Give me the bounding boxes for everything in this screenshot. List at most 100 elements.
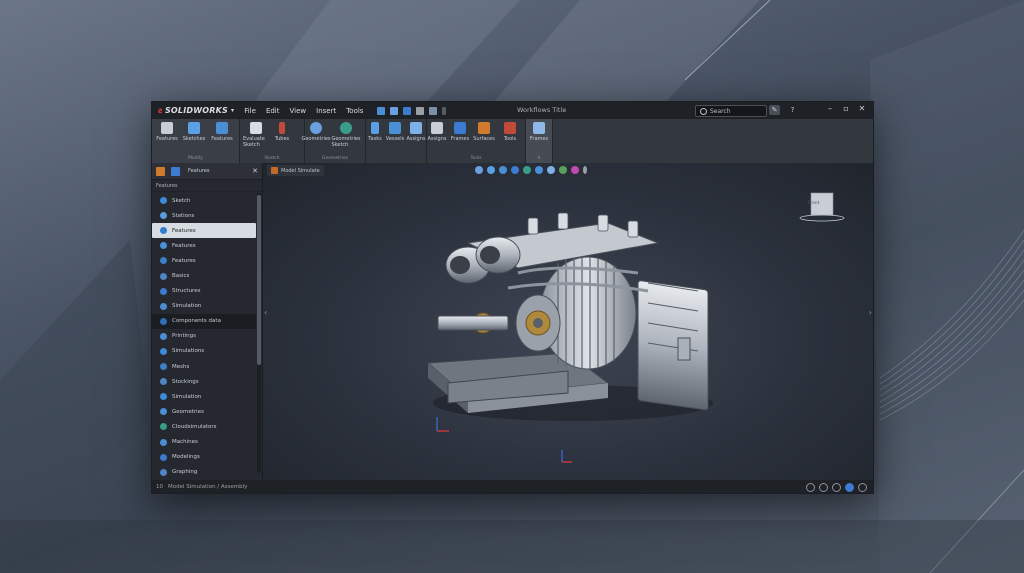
menu-insert[interactable]: Insert (316, 107, 336, 115)
tree-item[interactable]: Stockings (152, 374, 256, 389)
ribbon-button-frames[interactable]: Frames (447, 122, 473, 142)
ribbon-button-geometries[interactable]: Geometries (301, 122, 331, 142)
viewport-tab-label: Model Simulate (281, 167, 320, 174)
tree-item[interactable]: Machines (152, 435, 256, 450)
tree-item[interactable]: Basics (152, 268, 256, 283)
tree-item[interactable]: Features (152, 223, 256, 239)
ribbon-button-label: Vessels (385, 136, 405, 142)
ribbon-group-sketch: Evaluate Sketch Tubes Sketch (240, 119, 305, 163)
engine-assembly-model[interactable] (408, 203, 728, 433)
rebuild-status-icon[interactable] (806, 483, 815, 492)
hide-show-icon[interactable] (547, 166, 555, 174)
tree-item[interactable]: Stations (152, 208, 256, 223)
feature-tree-tab-icon[interactable] (156, 166, 165, 176)
help-button[interactable]: ? (787, 105, 798, 115)
tree-item[interactable]: Cloudsimulators (152, 419, 256, 434)
ribbon-button-evaluate-sketch[interactable]: Evaluate Sketch (243, 122, 269, 148)
scene-icon[interactable] (571, 166, 579, 174)
ribbon-button-surfaces[interactable]: Surfaces (471, 122, 497, 142)
ribbon-button-tools[interactable]: Tools (497, 122, 523, 142)
app-window: ƨ SOLIDWORKS ▾ File Edit View Insert Too… (151, 101, 874, 494)
menu-edit[interactable]: Edit (266, 107, 280, 115)
property-tab-icon[interactable] (171, 166, 180, 176)
undo-icon[interactable] (429, 106, 438, 115)
tree-item[interactable]: Printings (152, 329, 256, 344)
notifications-icon[interactable] (845, 483, 854, 492)
ribbon-group-label: Tools (470, 156, 482, 161)
save-icon[interactable] (403, 106, 412, 115)
tree-item[interactable]: Simulations (152, 344, 256, 359)
ribbon-group-tasks: Tasks Vessels Assigns (366, 119, 427, 163)
ribbon-button-features-2[interactable]: Features (209, 122, 235, 142)
menu-view[interactable]: View (290, 107, 307, 115)
open-icon[interactable] (390, 106, 399, 115)
assign-icon (410, 122, 422, 134)
viewport-tab[interactable]: Model Simulate (267, 165, 324, 176)
menu-tools[interactable]: Tools (346, 107, 363, 115)
tree-item[interactable]: Sketch (152, 193, 256, 208)
document-icon (250, 122, 262, 134)
units-icon[interactable] (819, 483, 828, 492)
tree-item-label: Stations (172, 212, 195, 219)
display-style-icon[interactable] (535, 166, 543, 174)
tree-item[interactable]: Features (152, 238, 256, 253)
settings-status-icon[interactable] (832, 483, 841, 492)
search-icon (700, 107, 707, 115)
ribbon-button-label: Surfaces (473, 136, 495, 142)
edit-appearance-icon[interactable] (559, 166, 567, 174)
tree-item[interactable]: Simulation (152, 299, 256, 314)
maximize-button[interactable]: ▫ (840, 104, 852, 113)
heads-up-view-toolbar (475, 166, 591, 174)
viewport-right-arrow-icon[interactable]: › (869, 308, 872, 317)
panel-close-icon[interactable]: ✕ (252, 167, 258, 175)
tree-item[interactable]: Modelings (152, 450, 256, 465)
print-icon[interactable] (416, 106, 425, 115)
options-icon[interactable] (442, 106, 447, 115)
graphics-viewport[interactable]: Model Simulate Front ‹ › (263, 163, 873, 480)
close-button[interactable]: ✕ (856, 104, 868, 113)
title-bar: ƨ SOLIDWORKS ▾ File Edit View Insert Too… (152, 102, 873, 119)
ribbon-button-sketches[interactable]: Sketches (181, 122, 207, 142)
tree-item-label: Stockings (172, 378, 199, 385)
ribbon-expand-icon[interactable]: ▾ (526, 156, 552, 161)
chevron-down-icon: ▾ (231, 107, 235, 114)
part-icon (271, 167, 278, 174)
menu-file[interactable]: File (244, 107, 256, 115)
minimize-button[interactable]: – (824, 104, 836, 113)
view-orientation-icon[interactable] (523, 166, 531, 174)
tree-item[interactable]: Graphing (152, 465, 256, 480)
scrollbar-thumb[interactable] (257, 195, 261, 365)
tree-item[interactable]: Structures (152, 284, 256, 299)
app-logo[interactable]: ƨ SOLIDWORKS ▾ (158, 106, 234, 115)
tree-item[interactable]: Features (152, 253, 256, 268)
app-name: SOLIDWORKS (164, 106, 228, 115)
tree-item-label: Features (172, 227, 196, 234)
tree-item[interactable]: Simulation (152, 389, 256, 404)
new-icon[interactable] (377, 106, 386, 115)
viewport-left-arrow-icon[interactable]: ‹ (264, 308, 267, 317)
tree-item[interactable]: Geometries (152, 404, 256, 419)
zoom-fit-icon[interactable] (475, 166, 483, 174)
tree-item-label: Cloudsimulators (172, 423, 217, 430)
pin-button[interactable]: ✎ (769, 105, 780, 115)
view-cube[interactable] (798, 188, 858, 238)
help-status-icon[interactable] (858, 483, 867, 492)
view-settings-icon[interactable] (583, 166, 587, 174)
ribbon-button-geometries-sketch[interactable]: Geometries Sketch (331, 122, 361, 148)
feature-icon (160, 227, 167, 235)
section-view-icon[interactable] (511, 166, 519, 174)
previous-view-icon[interactable] (499, 166, 507, 174)
search-input[interactable]: Search (695, 105, 767, 117)
zoom-area-icon[interactable] (487, 166, 495, 174)
surface-icon (478, 122, 490, 134)
ribbon-button-label: Geometries (301, 136, 331, 142)
feature-icon (160, 378, 167, 386)
toolbox-icon (504, 122, 516, 134)
ribbon-button-tubes[interactable]: Tubes (269, 122, 295, 142)
pen-icon (279, 122, 285, 134)
sidebar-scrollbar[interactable] (257, 193, 261, 473)
tree-item[interactable]: Components data (152, 313, 256, 329)
ribbon-button-features[interactable]: Features (154, 122, 180, 142)
tree-item[interactable]: Meshs (152, 359, 256, 374)
ribbon-button-frames-2[interactable]: Frames (526, 122, 552, 142)
